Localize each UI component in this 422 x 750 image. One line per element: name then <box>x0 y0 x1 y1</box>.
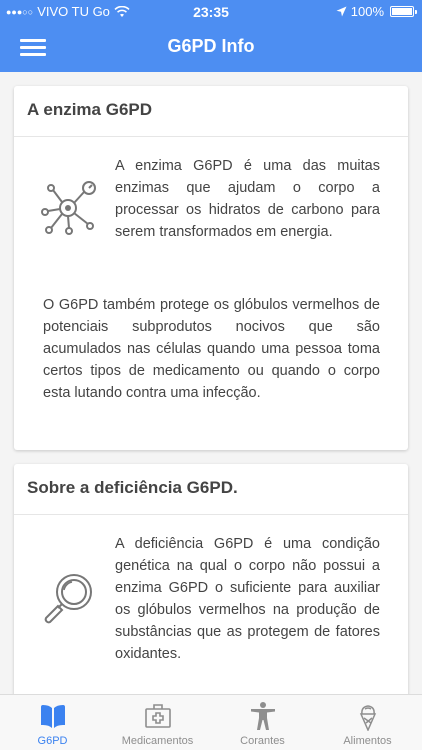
card-enzyme: A enzima G6PD A enzima G6PD é uma das mu… <box>14 86 408 450</box>
magnifier-icon <box>38 568 98 628</box>
tab-label: Alimentos <box>343 735 392 747</box>
card-title: A enzima G6PD <box>27 100 153 119</box>
card-divider <box>14 136 408 137</box>
ice-cream-icon <box>315 701 420 731</box>
top-bar: ●●●○○ VIVO TU Go 23:35 100% G6PD Info <box>0 0 422 72</box>
tab-label: Corantes <box>240 735 285 747</box>
book-icon <box>0 701 105 731</box>
card-title: Sobre a deficiência G6PD. <box>27 478 238 497</box>
tab-medicamentos[interactable]: Medicamentos <box>105 695 210 750</box>
medkit-icon <box>105 701 210 731</box>
app-header: G6PD Info <box>0 24 422 72</box>
deficiency-description: A deficiência G6PD é uma condição genéti… <box>115 536 380 662</box>
location-arrow-icon <box>336 6 347 17</box>
page-title: G6PD Info <box>167 36 255 56</box>
person-icon <box>210 701 315 731</box>
molecule-icon <box>38 178 98 238</box>
tab-label: G6PD <box>37 735 68 747</box>
status-right: 100% <box>336 4 417 19</box>
card-divider <box>14 514 408 515</box>
tab-corantes[interactable]: Corantes <box>210 695 315 750</box>
enzyme-description: A enzima G6PD é uma das muitas enzimas q… <box>115 158 380 240</box>
tab-alimentos[interactable]: Alimentos <box>315 695 420 750</box>
status-bar: ●●●○○ VIVO TU Go 23:35 100% <box>0 0 422 24</box>
tab-label: Medicamentos <box>121 735 194 747</box>
card-deficiency: Sobre a deficiência G6PD. A deficiência … <box>14 464 408 694</box>
battery-icon <box>390 6 417 17</box>
tab-bar: G6PD Medicamentos Corantes Alimentos <box>0 694 422 750</box>
content-scroll[interactable]: A enzima G6PD A enzima G6PD é uma das mu… <box>0 72 422 694</box>
tab-g6pd[interactable]: G6PD <box>0 695 105 750</box>
battery-percent: 100% <box>350 4 384 19</box>
enzyme-protection-text: O G6PD também protege os glóbulos vermel… <box>43 297 380 401</box>
